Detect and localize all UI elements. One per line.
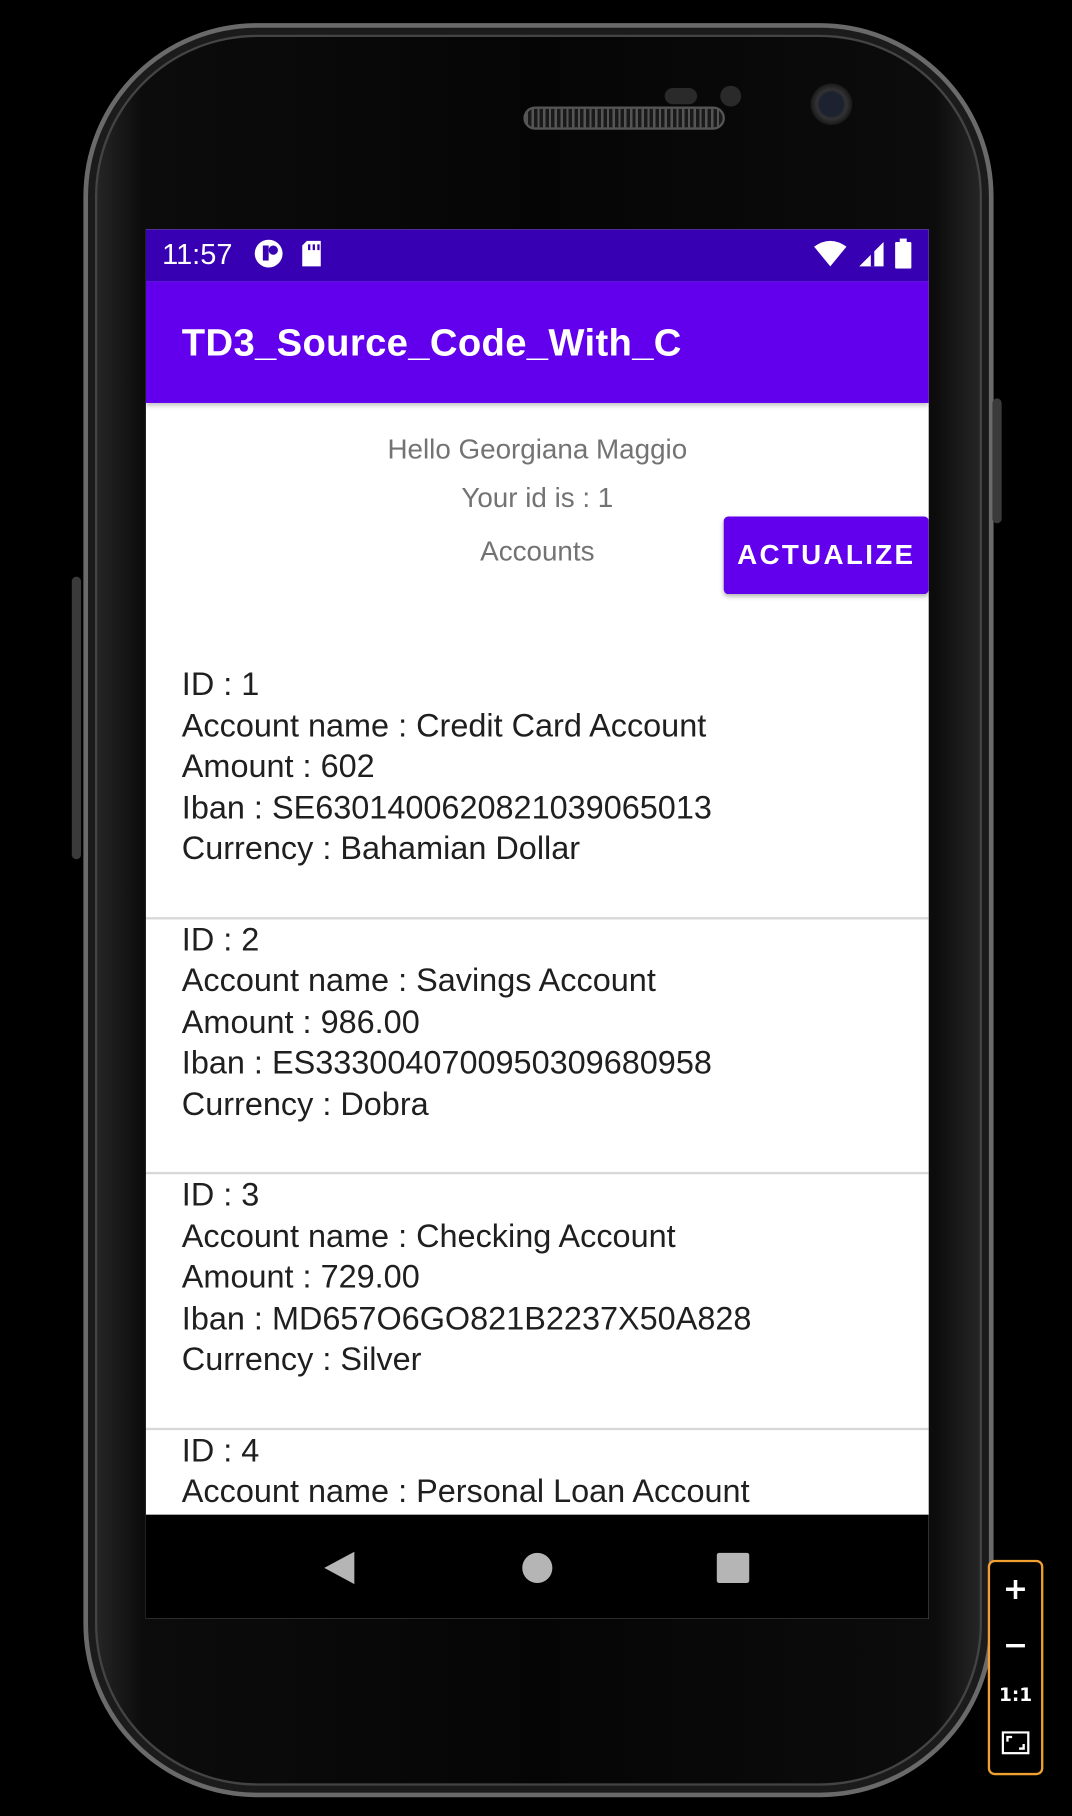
zoom-out-button[interactable]: − [1003,1630,1028,1660]
back-icon[interactable] [322,1549,357,1591]
phone-screen: 11:57 TD3_Source_Code_With_C Hello Georg… [145,229,929,1619]
account-id: ID : 2 [181,921,260,958]
proximity-sensor [664,88,698,105]
account-item[interactable]: ID : 4 Account name : Personal Loan Acco… [146,1430,929,1515]
account-amount: Amount : 986.00 [181,1003,420,1040]
account-iban: Iban : ES3330040700950309680958 [181,1044,712,1081]
zoom-in-button[interactable]: + [1003,1575,1028,1605]
status-bar: 11:57 [145,229,929,282]
account-currency: Currency : Bahamian Dollar [181,830,581,867]
account-id: ID : 3 [181,1176,260,1213]
account-id: ID : 4 [181,1431,260,1468]
account-item[interactable]: ID : 1 Account name : Credit Card Accoun… [145,664,929,919]
account-amount: Amount : 602 [181,748,375,784]
home-icon[interactable] [520,1549,555,1591]
account-iban: Iban : SE6301400620821039065013 [181,789,712,826]
account-currency: Currency : Silver [181,1340,422,1377]
account-name: Account name : Checking Account [181,1217,676,1254]
account-iban: Iban : MD657O6GO821B2237X50A828 [181,1299,752,1336]
wifi-icon [813,239,848,271]
app-title: TD3_Source_Code_With_C [181,320,682,364]
sd-card-icon [300,239,323,271]
actualize-button[interactable]: ACTUALIZE [723,516,929,595]
light-sensor [720,85,742,107]
status-time: 11:57 [162,238,233,271]
signal-icon [857,239,885,271]
side-button-left [71,576,82,860]
account-name: Account name : Credit Card Account [181,706,707,743]
battery-icon [894,237,913,273]
fit-screen-icon[interactable] [1001,1730,1030,1760]
greeting-text: Hello Georgiana Maggio [387,434,688,466]
account-item[interactable]: ID : 2 Account name : Savings Account Am… [145,919,929,1175]
actual-size-button[interactable]: 1:1 [999,1685,1032,1705]
emulator-zoom-controls: + − 1:1 [987,1559,1044,1776]
side-button-right [992,398,1002,524]
front-camera [810,83,853,126]
account-currency: Currency : Dobra [181,1085,429,1122]
accounts-list[interactable]: ID : 1 Account name : Credit Card Accoun… [145,664,929,1515]
account-id: ID : 1 [181,665,260,702]
notification-app-icon [253,238,285,273]
recents-icon[interactable] [716,1549,751,1591]
earpiece-speaker [523,106,725,130]
account-name: Account name : Savings Account [181,962,656,999]
app-bar: TD3_Source_Code_With_C [145,281,929,403]
main-content[interactable]: Hello Georgiana Maggio Your id is : 1 Ac… [145,403,929,1515]
navigation-bar [145,1514,929,1619]
account-item[interactable]: ID : 3 Account name : Checking Account A… [145,1174,929,1430]
user-id-text: Your id is : 1 [461,482,614,515]
account-amount: Amount : 729.00 [181,1258,420,1295]
account-name: Account name : Personal Loan Account [181,1472,750,1509]
